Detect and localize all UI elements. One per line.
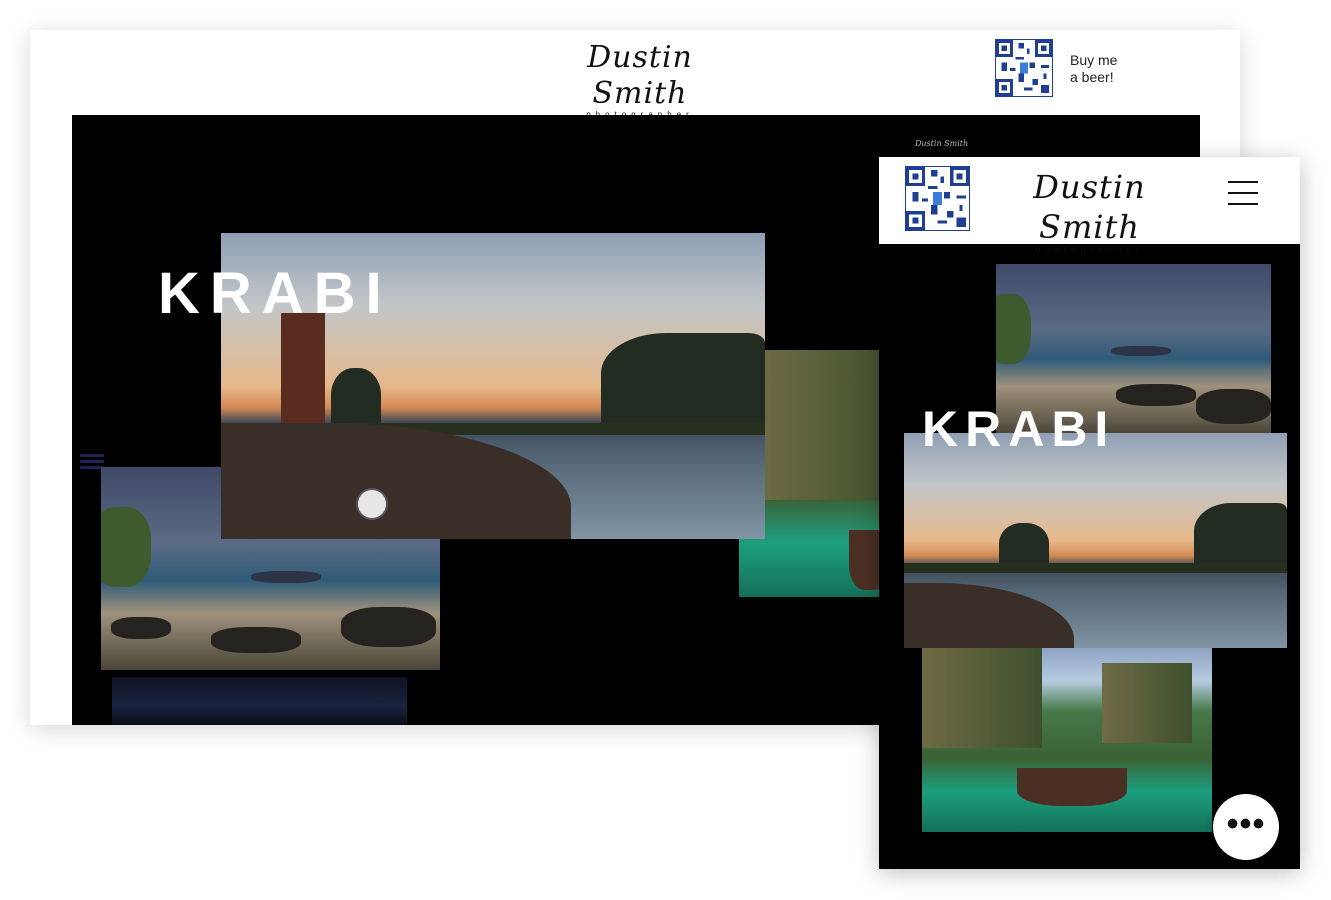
buy-beer-line1: Buy me bbox=[1070, 52, 1118, 68]
logo-signature: Dustin Smith bbox=[1033, 168, 1146, 246]
qr-code-icon[interactable] bbox=[905, 166, 970, 231]
qr-code-icon[interactable] bbox=[995, 39, 1053, 97]
mobile-mockup: Dustin Smith photographer KRABI ••• bbox=[879, 157, 1300, 869]
hamburger-icon[interactable] bbox=[1228, 181, 1258, 207]
night-market-photo[interactable] bbox=[112, 677, 407, 725]
hero-title: KRABI bbox=[922, 401, 1116, 457]
site-logo[interactable]: Dustin Smith photographer bbox=[550, 40, 730, 119]
mobile-header: Dustin Smith photographer bbox=[879, 157, 1300, 254]
more-dots-icon[interactable]: ••• bbox=[1213, 794, 1279, 860]
hero-title: KRABI bbox=[158, 261, 392, 326]
lagoon-photo[interactable] bbox=[922, 648, 1212, 832]
logo-tagline: photographer bbox=[1035, 245, 1144, 254]
sunset-boat-photo[interactable] bbox=[904, 433, 1287, 648]
chat-button-label: ••• bbox=[1226, 805, 1266, 843]
desktop-header: Dustin Smith photographer bbox=[30, 30, 1240, 119]
buy-beer-line2: a beer! bbox=[1070, 69, 1114, 85]
buy-beer-link[interactable]: Buy me a beer! bbox=[1070, 52, 1140, 86]
watermark-logo: Dustin Smith bbox=[915, 139, 969, 148]
site-logo[interactable]: Dustin Smith photographer bbox=[1007, 167, 1172, 254]
logo-signature: Dustin Smith bbox=[587, 40, 693, 111]
